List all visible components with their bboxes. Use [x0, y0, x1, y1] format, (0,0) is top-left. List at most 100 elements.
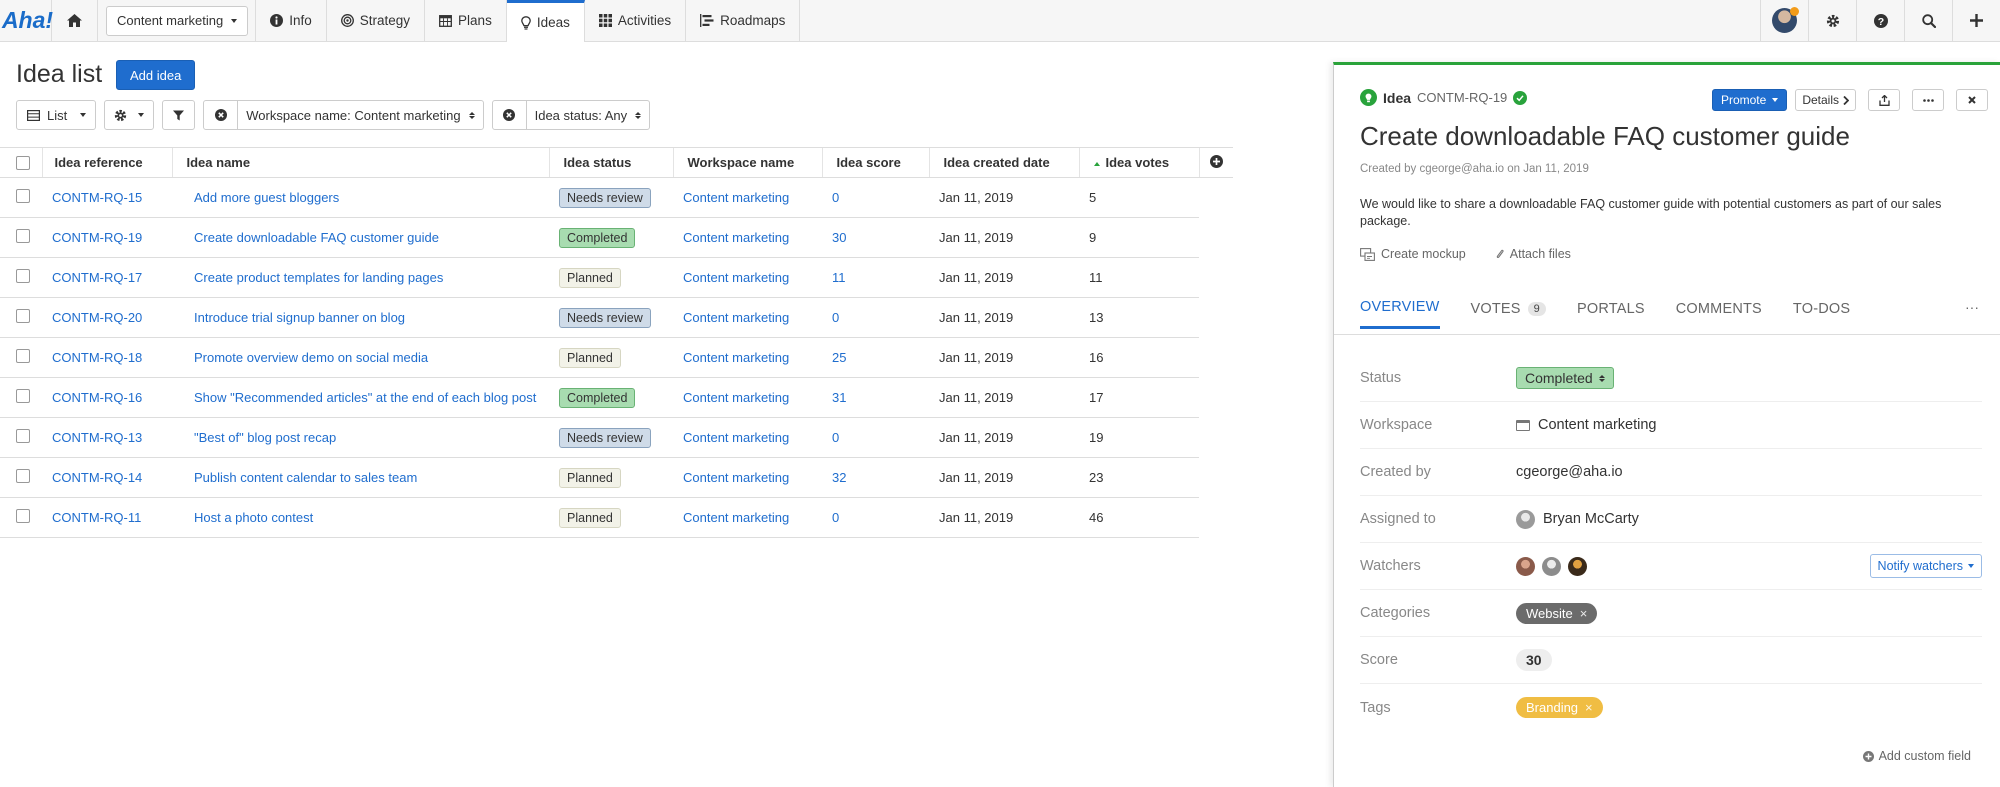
idea-reference-link[interactable]: CONTM-RQ-19	[52, 230, 142, 245]
score-link[interactable]: 30	[832, 230, 846, 245]
idea-reference-link[interactable]: CONTM-RQ-16	[52, 390, 142, 405]
list-settings-button[interactable]	[104, 100, 155, 130]
status-badge[interactable]: Planned	[559, 347, 621, 368]
row-checkbox[interactable]	[16, 228, 30, 243]
filter-button[interactable]	[162, 100, 196, 130]
score-link[interactable]: 32	[832, 470, 846, 485]
details-button[interactable]: Details	[1795, 89, 1856, 111]
workspace-link[interactable]: Content marketing	[683, 510, 789, 525]
more-actions-button[interactable]	[1912, 89, 1944, 111]
score-link[interactable]: 0	[832, 190, 839, 205]
col-idea-name[interactable]: Idea name	[171, 147, 549, 178]
idea-name-link[interactable]: Promote overview demo on social media	[194, 350, 428, 365]
tab-todos[interactable]: TO-DOS	[1793, 299, 1850, 329]
idea-reference-link[interactable]: CONTM-RQ-14	[52, 470, 142, 485]
detail-reference[interactable]: CONTM-RQ-19	[1417, 90, 1507, 105]
idea-reference-link[interactable]: CONTM-RQ-11	[52, 510, 141, 525]
help-button[interactable]: ?	[1856, 0, 1904, 41]
col-idea-created-date[interactable]: Idea created date	[928, 147, 1079, 178]
aha-logo[interactable]: Aha!	[0, 0, 53, 41]
table-row[interactable]: CONTM-RQ-20 Introduce trial signup banner…	[0, 297, 1233, 338]
row-checkbox[interactable]	[16, 468, 30, 483]
table-row[interactable]: CONTM-RQ-16 Show "Recommended articles" a…	[0, 377, 1233, 418]
workspace-value[interactable]: Content marketing	[1538, 417, 1656, 433]
score-link[interactable]: 11	[832, 270, 846, 285]
create-button[interactable]	[1952, 0, 2000, 41]
workspace-link[interactable]: Content marketing	[683, 310, 789, 325]
idea-name-link[interactable]: Create product templates for landing pag…	[194, 270, 443, 285]
col-idea-score[interactable]: Idea score	[821, 147, 929, 178]
col-idea-status[interactable]: Idea status	[548, 147, 673, 178]
tab-info[interactable]: Info	[256, 0, 327, 41]
add-column-icon[interactable]	[1209, 154, 1223, 168]
tab-activities[interactable]: Activities	[585, 0, 687, 41]
watcher-avatar[interactable]	[1568, 556, 1587, 576]
tag-pill[interactable]: Branding ×	[1516, 697, 1603, 718]
score-link[interactable]: 31	[832, 390, 846, 405]
remove-tag-icon[interactable]: ×	[1580, 606, 1588, 621]
row-checkbox[interactable]	[16, 508, 30, 523]
tab-comments[interactable]: COMMENTS	[1676, 299, 1762, 329]
idea-reference-link[interactable]: CONTM-RQ-13	[52, 430, 142, 445]
score-value[interactable]: 30	[1516, 649, 1552, 671]
home-button[interactable]	[52, 0, 98, 41]
table-row[interactable]: CONTM-RQ-11 Host a photo contest Planned Co…	[0, 497, 1233, 538]
remove-filter-button[interactable]	[493, 101, 527, 129]
created-by-value[interactable]: cgeorge@aha.io	[1516, 464, 1623, 480]
create-mockup-link[interactable]: Create mockup	[1360, 247, 1466, 261]
table-row[interactable]: CONTM-RQ-18 Promote overview demo on soci…	[0, 337, 1233, 378]
workspace-link[interactable]: Content marketing	[683, 470, 789, 485]
idea-reference-link[interactable]: CONTM-RQ-15	[52, 190, 142, 205]
share-button[interactable]	[1868, 89, 1900, 111]
tab-ideas[interactable]: Ideas	[506, 0, 585, 42]
idea-name-link[interactable]: Create downloadable FAQ customer guide	[194, 230, 439, 245]
settings-button[interactable]	[1808, 0, 1856, 41]
tab-plans[interactable]: Plans	[425, 0, 507, 41]
idea-reference-link[interactable]: CONTM-RQ-18	[52, 350, 142, 365]
tab-strategy[interactable]: Strategy	[327, 0, 426, 41]
col-idea-reference[interactable]: Idea reference	[41, 147, 172, 178]
watcher-avatar[interactable]	[1542, 556, 1561, 576]
score-link[interactable]: 0	[832, 430, 839, 445]
workspace-link[interactable]: Content marketing	[683, 390, 789, 405]
category-tag[interactable]: Website ×	[1516, 602, 1598, 624]
idea-name-link[interactable]: Publish content calendar to sales team	[194, 470, 417, 485]
view-select[interactable]: List	[16, 100, 97, 130]
workspace-link[interactable]: Content marketing	[683, 230, 789, 245]
table-row[interactable]: CONTM-RQ-14 Publish content calendar to s…	[0, 457, 1233, 498]
status-badge[interactable]: Needs review	[559, 427, 651, 448]
idea-name-link[interactable]: "Best of" blog post recap	[194, 430, 336, 445]
status-select[interactable]: Completed	[1516, 367, 1614, 389]
close-panel-button[interactable]	[1956, 89, 1988, 111]
idea-reference-link[interactable]: CONTM-RQ-17	[52, 270, 142, 285]
workspace-link[interactable]: Content marketing	[683, 430, 789, 445]
table-row[interactable]: CONTM-RQ-15 Add more guest bloggers Needs …	[0, 177, 1233, 218]
idea-reference-link[interactable]: CONTM-RQ-20	[52, 310, 142, 325]
table-row[interactable]: CONTM-RQ-13 "Best of" blog post recap Need…	[0, 417, 1233, 458]
search-button[interactable]	[1904, 0, 1952, 41]
status-badge[interactable]: Needs review	[559, 187, 651, 208]
status-badge[interactable]: Completed	[559, 387, 636, 408]
workspace-link[interactable]: Content marketing	[683, 350, 789, 365]
workspace-link[interactable]: Content marketing	[683, 270, 789, 285]
status-badge[interactable]: Planned	[559, 267, 621, 288]
remove-tag-icon[interactable]: ×	[1585, 700, 1593, 715]
watcher-avatar[interactable]	[1516, 556, 1535, 576]
score-link[interactable]: 0	[832, 310, 839, 325]
add-idea-button[interactable]: Add idea	[116, 60, 196, 90]
workspace-filter[interactable]: Workspace name: Content marketing	[203, 100, 484, 130]
status-badge[interactable]: Completed	[559, 227, 636, 248]
idea-name-link[interactable]: Add more guest bloggers	[194, 190, 339, 205]
add-custom-field-link[interactable]: Add custom field	[1862, 749, 1971, 763]
row-checkbox[interactable]	[16, 428, 30, 443]
workspace-link[interactable]: Content marketing	[683, 190, 789, 205]
workspace-select[interactable]: Content marketing	[106, 5, 249, 36]
tab-votes[interactable]: VOTES 9	[1471, 299, 1546, 329]
notify-watchers-button[interactable]: Notify watchers	[1869, 554, 1982, 578]
row-checkbox[interactable]	[16, 268, 30, 283]
tab-roadmaps[interactable]: Roadmaps	[686, 0, 801, 41]
select-all-checkbox[interactable]	[16, 156, 30, 171]
row-checkbox[interactable]	[16, 308, 30, 323]
remove-filter-button[interactable]	[204, 101, 239, 129]
status-badge[interactable]: Planned	[559, 507, 621, 528]
